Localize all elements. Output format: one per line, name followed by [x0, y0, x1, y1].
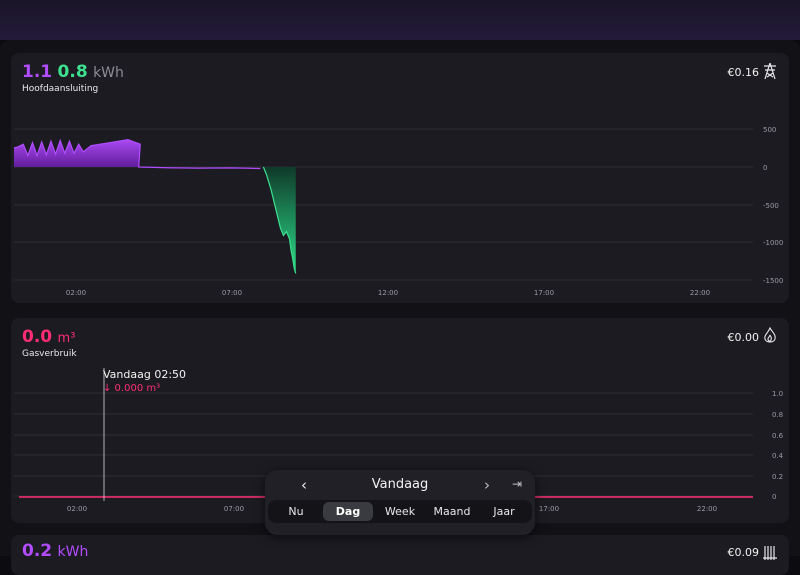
x-tick-label: 02:00	[66, 289, 86, 297]
tab-week[interactable]: Week	[375, 502, 425, 521]
tooltip-value: ↓ 0.000 m³	[103, 383, 161, 394]
y-tick-label: 0.4	[772, 452, 784, 460]
y-tick-label: 500	[763, 126, 776, 134]
tab-nu[interactable]: Nu	[271, 502, 321, 521]
radiator-icon	[763, 546, 777, 560]
heating-unit: kWh	[57, 544, 89, 560]
x-tick-label: 17:00	[534, 289, 554, 297]
tooltip-time: Vandaag 02:50	[103, 368, 187, 381]
y-tick-label: -1000	[763, 239, 783, 247]
heating-cost: €0.09	[727, 546, 760, 559]
x-tick-label: 17:00	[539, 505, 559, 513]
period-title: Vandaag	[371, 477, 429, 492]
x-tick-label: 12:00	[378, 289, 398, 297]
x-tick-label: 07:00	[224, 505, 244, 513]
y-tick-label: -1500	[763, 277, 783, 285]
export-series-area	[263, 167, 296, 274]
y-tick-label: -500	[763, 202, 779, 210]
jump-to-latest-button[interactable]: ⇥	[512, 477, 522, 491]
heating-card[interactable]: 0.2 kWh €0.09	[11, 535, 789, 575]
tab-jaar[interactable]: Jaar	[479, 502, 529, 521]
app-header-gradient	[0, 0, 800, 40]
electricity-chart[interactable]: 500 0 -500 -1000 -1500 02:00 07:00 12:00 17:00 22…	[11, 53, 789, 303]
heating-value: 0.2	[22, 541, 53, 561]
y-tick-label: 0.6	[772, 432, 784, 440]
heating-total: 0.2 kWh	[22, 541, 88, 561]
x-tick-label: 22:00	[697, 505, 717, 513]
y-tick-label: 1.0	[772, 390, 783, 398]
x-tick-label: 02:00	[67, 505, 87, 513]
y-tick-label: 0	[772, 493, 776, 501]
y-tick-label: 0.8	[772, 411, 783, 419]
y-tick-label: 0	[763, 164, 767, 172]
y-tick-label: 0.2	[772, 473, 783, 481]
x-tick-label: 07:00	[222, 289, 242, 297]
electricity-card[interactable]: 1.1 0.8 kWh Hoofdaansluiting €0.16 500 0-…	[11, 53, 789, 303]
tab-maand[interactable]: Maand	[427, 502, 477, 521]
period-navigator: ‹ Vandaag › ⇥ Nu Dag Week Maand Jaar	[265, 470, 535, 535]
period-tabs: Nu Dag Week Maand Jaar	[268, 500, 532, 523]
next-period-button[interactable]: ›	[484, 476, 490, 494]
tab-dag[interactable]: Dag	[323, 502, 373, 521]
x-tick-label: 22:00	[690, 289, 710, 297]
